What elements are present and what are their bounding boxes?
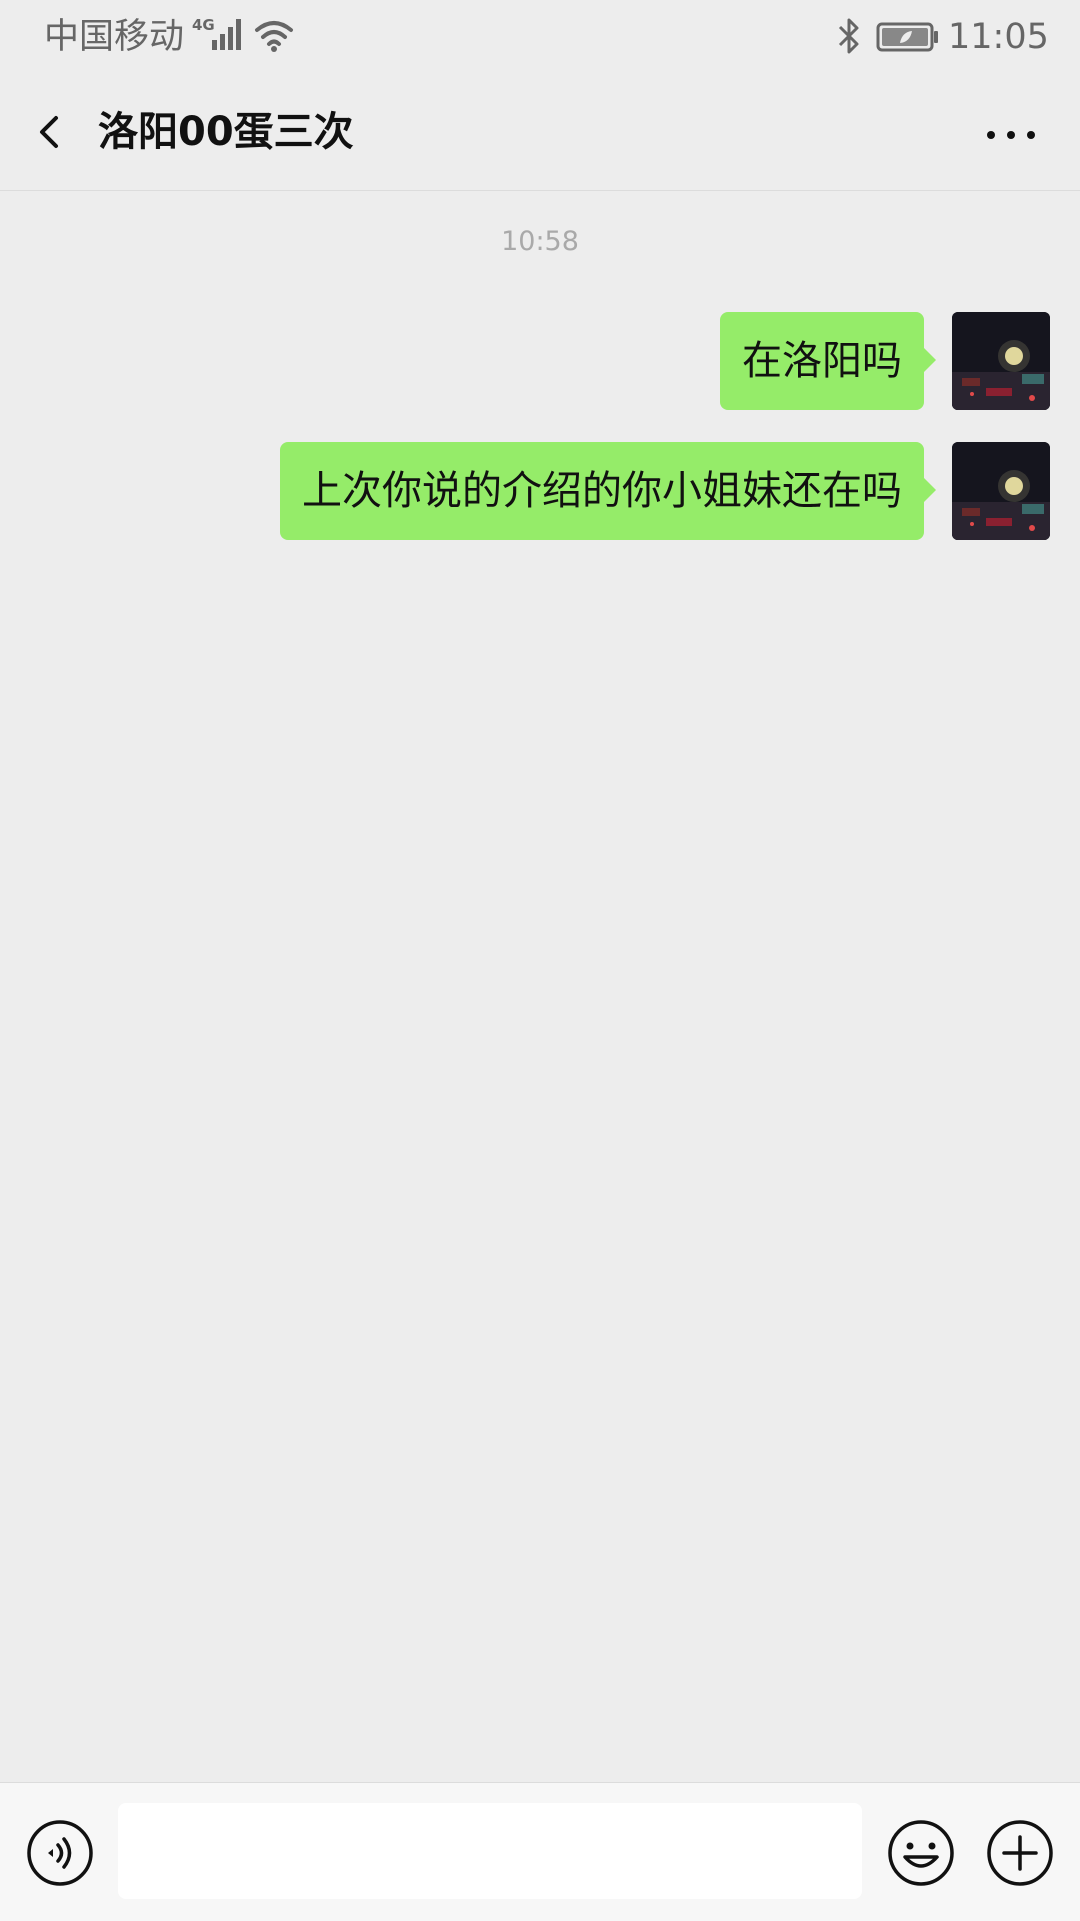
chat-title: 洛阳00蛋三次 — [98, 109, 354, 155]
sent-message-bubble[interactable]: 上次你说的介绍的你小姐妹还在吗 — [280, 442, 936, 540]
more-options-button[interactable] — [980, 110, 1042, 160]
emoji-icon — [888, 1820, 954, 1886]
chevron-left-icon — [40, 116, 58, 148]
carrier-name: 中国移动 — [44, 17, 185, 57]
wifi-icon — [255, 21, 293, 52]
emoji-button[interactable] — [887, 1819, 955, 1887]
ellipsis-icon — [987, 131, 1035, 139]
message-row: 上次你说的介绍的你小姐妹还在吗 — [280, 442, 1050, 542]
sent-message-bubble[interactable]: 在洛阳吗 — [720, 312, 936, 410]
message-row: 在洛阳吗 — [720, 312, 1050, 412]
avatar[interactable] — [952, 442, 1050, 540]
status-bar: 中国移动 4G 11:05 — [0, 0, 1080, 76]
voice-input-button[interactable] — [26, 1819, 94, 1887]
avatar[interactable] — [952, 312, 1050, 410]
chat-header: 洛阳00蛋三次 — [0, 76, 1080, 191]
signal-icon — [212, 19, 241, 50]
bluetooth-icon — [838, 18, 859, 54]
battery-icon — [876, 22, 938, 52]
message-timestamp: 10:58 — [501, 226, 579, 257]
back-button[interactable] — [22, 98, 80, 166]
status-time: 11:05 — [948, 17, 1049, 57]
message-input[interactable] — [118, 1803, 862, 1899]
chat-input-bar — [0, 1782, 1080, 1921]
plus-icon — [987, 1820, 1053, 1886]
voice-icon — [27, 1820, 93, 1886]
more-functions-button[interactable] — [986, 1819, 1054, 1887]
